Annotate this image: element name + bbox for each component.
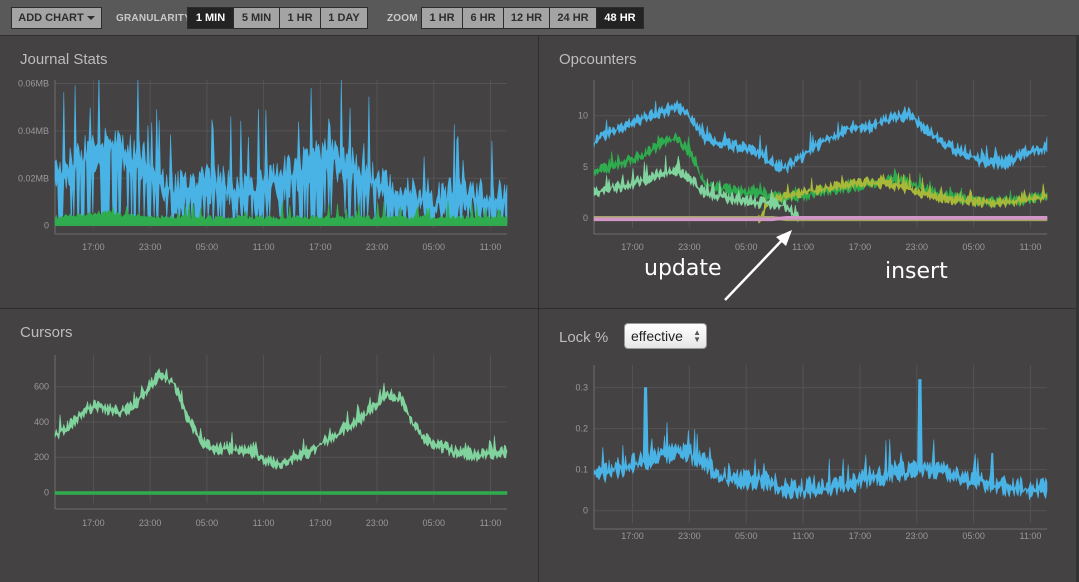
series-lock-blue — [593, 379, 1048, 501]
journal-stats-chart: 0 0.02MB 0.04MB 0.06MB 17:00 23:00 05:00 11:00 1… — [18, 80, 508, 252]
x-tick-label: 05:00 — [735, 531, 758, 541]
granularity-label: GRANULARITY — [116, 13, 191, 24]
x-tick-label: 11:00 — [480, 518, 502, 528]
zoom-label: ZOOM — [387, 13, 418, 24]
x-tick-label: 17:00 — [82, 518, 105, 528]
cursors-chart: 0 200 400 600 17:00 23:00 05:00 11:00 17:00 23:00… — [34, 355, 508, 528]
cursors-title: Cursors — [20, 324, 73, 341]
granularity-1min-button[interactable]: 1 MIN — [187, 7, 234, 29]
y-tick-label: 0 — [44, 487, 49, 497]
x-tick-label: 17:00 — [309, 242, 332, 252]
zoom-24hr-button[interactable]: 24 HR — [549, 7, 597, 29]
x-tick-label: 17:00 — [621, 242, 644, 252]
x-tick-label: 17:00 — [849, 531, 872, 541]
y-tick-label: 0.06MB — [18, 80, 49, 89]
series-opcounters-olive — [594, 172, 1048, 224]
x-tick-label: 23:00 — [678, 242, 701, 252]
caret-down-icon — [86, 16, 95, 21]
zoom-12hr-button[interactable]: 12 HR — [503, 7, 550, 29]
series-cursors-lightgreen — [54, 368, 508, 471]
x-tick-label: 17:00 — [621, 531, 644, 541]
zoom-6hr-button[interactable]: 6 HR — [462, 7, 504, 29]
y-tick-label: 200 — [34, 452, 49, 462]
panel-divider-vertical — [538, 36, 539, 582]
x-tick-label: 17:00 — [82, 242, 105, 252]
panel-divider-horizontal — [0, 308, 1079, 309]
add-chart-label: ADD CHART — [18, 12, 84, 24]
x-tick-label: 23:00 — [139, 242, 162, 252]
x-tick-label: 23:00 — [905, 531, 928, 541]
y-tick-label: 0.04MB — [18, 126, 49, 136]
toolbar: ADD CHART GRANULARITY 1 MIN 5 MIN 1 HR 1… — [0, 0, 1079, 36]
opcounters-chart: 051017:00 23:00 05:00 11:00 17:00 23:00 05:00 1… — [578, 80, 1048, 252]
opcounters-title: Opcounters — [559, 51, 637, 68]
series-journal-blue — [54, 80, 508, 227]
x-tick-label: 11:00 — [792, 531, 814, 541]
x-tick-label: 05:00 — [196, 518, 219, 528]
y-tick-label: 0.1 — [575, 465, 588, 475]
lock-title: Lock % — [559, 329, 609, 346]
x-tick-label: 23:00 — [139, 518, 162, 528]
x-tick-label: 17:00 — [849, 242, 872, 252]
zoom-48hr-button[interactable]: 48 HR — [596, 7, 644, 29]
journal-stats-title: Journal Stats — [20, 51, 108, 68]
x-tick-label: 05:00 — [423, 242, 446, 252]
lock-chart: 0 0.1 0.2 0.3 17:00 23:00 05:00 11:00 17:00 23:00… — [575, 365, 1048, 541]
x-tick-label: 23:00 — [366, 242, 389, 252]
granularity-5min-button[interactable]: 5 MIN — [233, 7, 280, 29]
x-tick-label: 11:00 — [253, 518, 275, 528]
select-arrows-icon: ▲ ▼ — [693, 328, 701, 344]
x-tick-label: 23:00 — [366, 518, 389, 528]
annotation-arrow-icon — [724, 230, 792, 301]
insert-annotation: insert — [885, 259, 948, 284]
y-tick-label: 10 — [578, 111, 588, 121]
y-tick-label: 0.02MB — [18, 173, 49, 183]
x-tick-label: 23:00 — [905, 242, 928, 252]
update-annotation: update — [644, 256, 722, 281]
add-chart-button[interactable]: ADD CHART — [11, 7, 102, 29]
y-tick-label: 0 — [44, 221, 49, 231]
x-tick-label: 17:00 — [309, 518, 332, 528]
y-tick-label: 0.2 — [575, 424, 588, 434]
x-tick-label: 11:00 — [253, 242, 275, 252]
x-tick-label: 11:00 — [1020, 242, 1042, 252]
series-cursors-green — [54, 491, 508, 495]
x-tick-label: 05:00 — [423, 518, 446, 528]
x-tick-label: 05:00 — [962, 531, 985, 541]
y-tick-label: 0.3 — [575, 383, 588, 393]
x-tick-label: 11:00 — [480, 242, 502, 252]
lock-mode-select[interactable]: effective ▲ ▼ — [624, 323, 707, 349]
zoom-1hr-button[interactable]: 1 HR — [421, 7, 463, 29]
y-tick-label: 400 — [34, 417, 49, 427]
y-tick-label: 0 — [583, 506, 588, 516]
x-tick-label: 11:00 — [1020, 531, 1042, 541]
granularity-1hr-button[interactable]: 1 HR — [279, 7, 321, 29]
y-tick-label: 5 — [583, 162, 588, 172]
x-tick-label: 23:00 — [678, 531, 701, 541]
x-tick-label: 05:00 — [962, 242, 985, 252]
y-tick-label: 600 — [34, 382, 49, 392]
lock-mode-value: effective — [631, 328, 683, 344]
y-tick-label: 0 — [583, 213, 588, 223]
granularity-1day-button[interactable]: 1 DAY — [320, 7, 368, 29]
x-tick-label: 05:00 — [196, 242, 219, 252]
